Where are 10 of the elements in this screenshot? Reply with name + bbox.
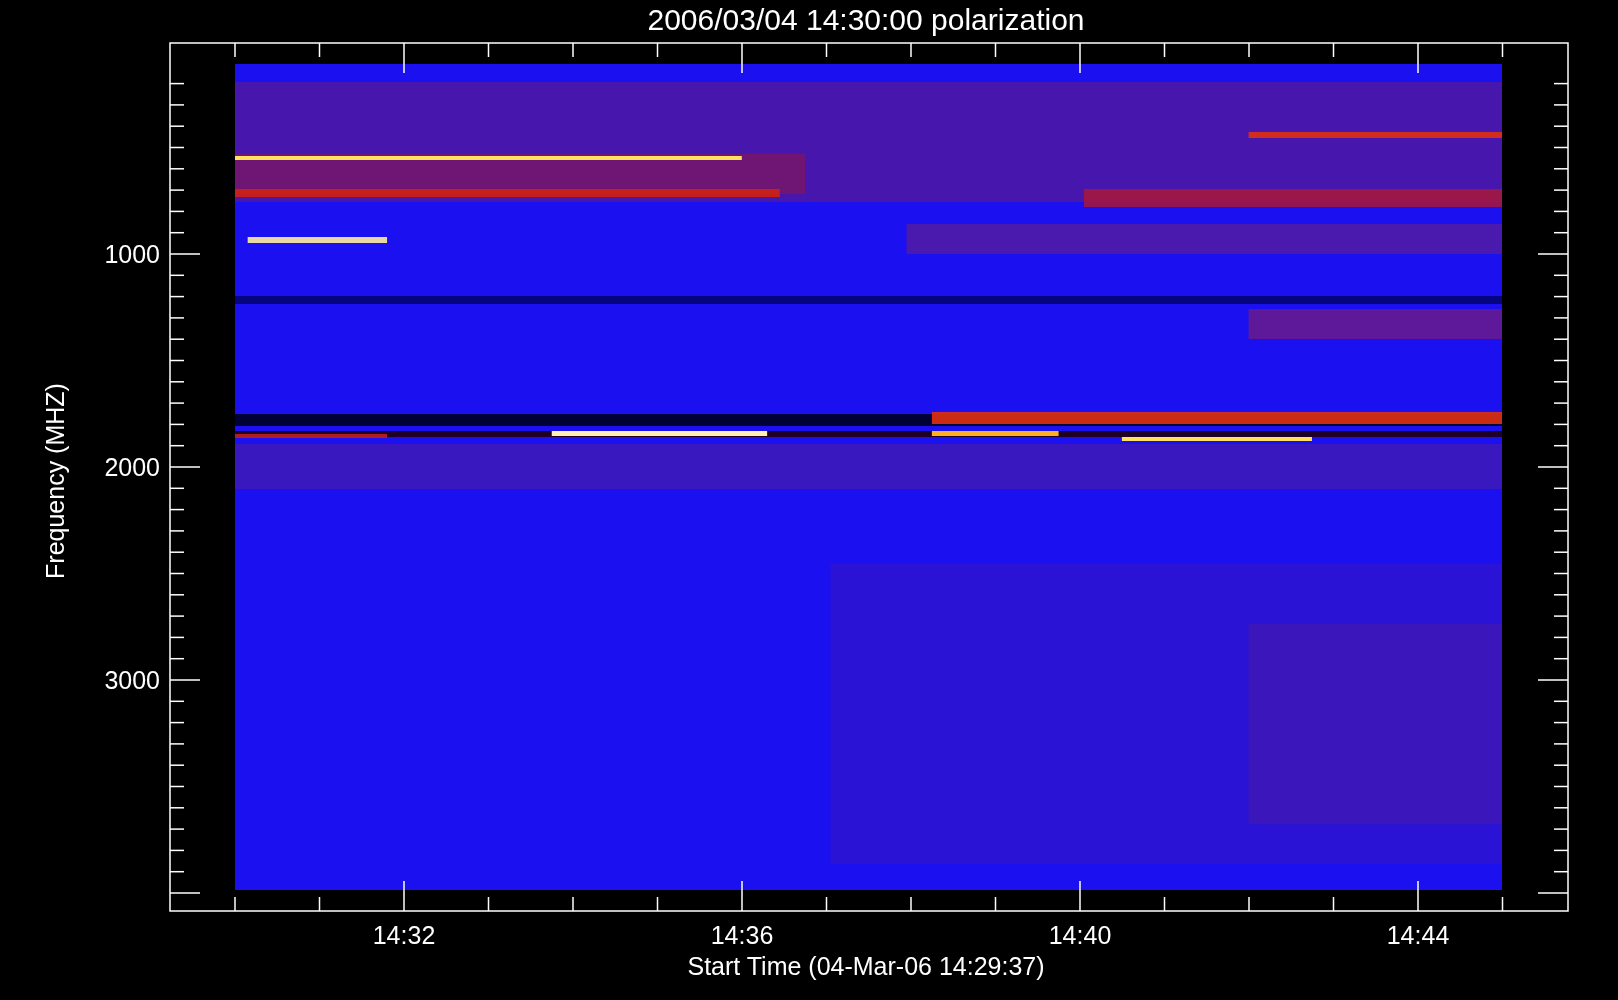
y-tick-label: 3000: [104, 666, 160, 694]
chart-title: 2006/03/04 14:30:00 polarization: [647, 3, 1085, 36]
x-tick-label: 14:44: [1386, 921, 1450, 949]
y-axis-label: Frequency (MHZ): [41, 383, 69, 579]
y-tick-label: 1000: [104, 240, 160, 268]
x-tick-label: 14:32: [372, 921, 436, 949]
y-tick-label: 2000: [104, 453, 160, 481]
x-axis-label: Start Time (04-Mar-06 14:29:37): [687, 952, 1045, 980]
x-tick-label: 14:40: [1048, 921, 1112, 949]
x-tick-label: 14:36: [710, 921, 774, 949]
